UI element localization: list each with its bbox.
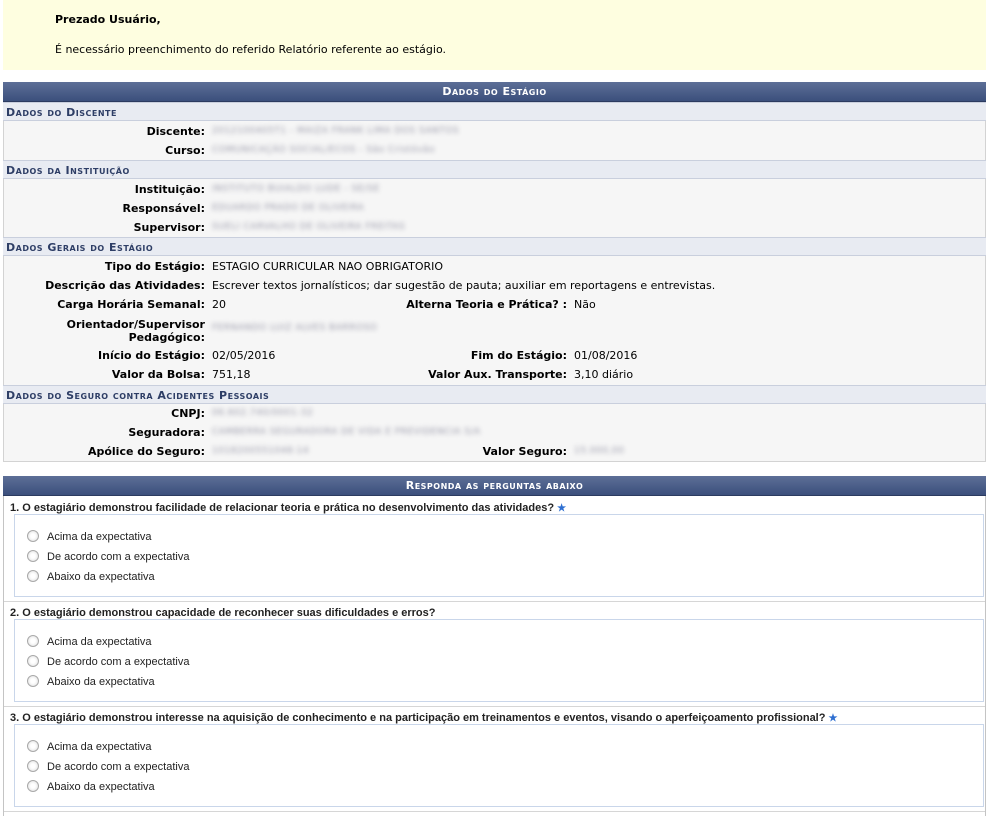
q1-option-abaixo-label: Abaixo da expectativa — [47, 571, 155, 583]
seguradora-label: Seguradora: — [128, 426, 205, 439]
notice-message: É necessário preenchimento do referido R… — [55, 43, 446, 56]
q2-option-abaixo-label: Abaixo da expectativa — [47, 676, 155, 688]
descricao-label: Descrição das Atividades: — [45, 279, 205, 292]
tipo-estagio-label: Tipo do Estágio: — [104, 260, 205, 273]
fim-value: 01/08/2016 — [574, 349, 638, 362]
cnpj-value: 06.602.740/0001-32 — [212, 408, 314, 418]
apolice-value: 1018200551048-14 — [212, 446, 310, 456]
question-2-text: 2. O estagiário demonstrou capacidade de… — [10, 607, 436, 619]
question-1: 1. O estagiário demonstrou facilidade de… — [10, 502, 566, 514]
q3-option-de-acordo-label: De acordo com a expectativa — [47, 761, 190, 773]
radio-button[interactable] — [27, 780, 39, 793]
question-1-text: 1. O estagiário demonstrou facilidade de… — [10, 502, 555, 514]
q3-option-acima[interactable]: Acima da expectativa — [27, 738, 152, 756]
radio-button[interactable] — [27, 760, 39, 773]
q3-option-de-acordo[interactable]: De acordo com a expectativa — [27, 758, 189, 776]
carga-horaria-value: 20 — [212, 298, 226, 311]
instituicao-value: INSTITUTO BUIALDO LUDE - SE/SE — [212, 184, 380, 194]
discente-value: 2012100405T1 - MAIZA FRANK LIMA DOS SANT… — [212, 126, 460, 136]
radio-button[interactable] — [27, 655, 39, 668]
q3-option-acima-label: Acima da expectativa — [47, 741, 152, 753]
descricao-value: Escrever textos jornalísticos; dar suges… — [212, 279, 716, 292]
q3-option-abaixo[interactable]: Abaixo da expectativa — [27, 778, 155, 796]
perguntas-panel: 1. O estagiário demonstrou facilidade de… — [3, 496, 986, 816]
bolsa-value: 751,18 — [212, 368, 251, 381]
discente-label: Discente: — [146, 125, 205, 138]
question-divider — [4, 706, 985, 707]
radio-button[interactable] — [27, 675, 39, 688]
question-3-text: 3. O estagiário demonstrou interesse na … — [10, 712, 826, 724]
required-star-icon: ★ — [828, 713, 838, 724]
perguntas-title: Responda as perguntas abaixo — [3, 476, 986, 496]
question-3-options: Acima da expectativa De acordo com a exp… — [14, 724, 984, 807]
question-1-options: Acima da expectativa De acordo com a exp… — [14, 514, 984, 597]
notice-box: Prezado Usuário, É necessário preenchime… — [3, 0, 986, 70]
orientador-label-line1: Orientador/Supervisor — [66, 318, 205, 331]
q2-option-abaixo[interactable]: Abaixo da expectativa — [27, 673, 155, 691]
tipo-estagio-value: ESTAGIO CURRICULAR NAO OBRIGATORIO — [212, 260, 444, 273]
q2-option-acima[interactable]: Acima da expectativa — [27, 633, 152, 651]
supervisor-label: Supervisor: — [133, 221, 205, 234]
radio-button[interactable] — [27, 550, 39, 563]
q1-option-abaixo[interactable]: Abaixo da expectativa — [27, 568, 155, 586]
apolice-label: Apólice do Seguro: — [87, 445, 205, 458]
valor-seguro-label: Valor Seguro: — [482, 445, 567, 458]
inicio-value: 02/05/2016 — [212, 349, 276, 362]
question-2-options: Acima da expectativa De acordo com a exp… — [14, 619, 984, 702]
curso-label: Curso: — [165, 144, 205, 157]
transporte-label: Valor Aux. Transporte: — [428, 368, 567, 381]
bolsa-label: Valor da Bolsa: — [111, 368, 205, 381]
alterna-label: Alterna Teoria e Prática? : — [406, 298, 567, 311]
radio-button[interactable] — [27, 570, 39, 583]
carga-horaria-label: Carga Horária Semanal: — [57, 298, 205, 311]
section-dados-discente: Dados do Discente — [3, 102, 986, 121]
alterna-value: Não — [574, 298, 596, 311]
valor-seguro-value: 15.000,00 — [574, 446, 625, 456]
question-divider — [4, 601, 985, 602]
instituicao-label: Instituição: — [134, 183, 205, 196]
q2-option-de-acordo-label: De acordo com a expectativa — [47, 656, 190, 668]
q1-option-acima[interactable]: Acima da expectativa — [27, 528, 152, 546]
section-dados-instituicao: Dados da Instituição — [3, 160, 986, 179]
radio-button[interactable] — [27, 740, 39, 753]
cnpj-label: CNPJ: — [171, 407, 205, 420]
question-3: 3. O estagiário demonstrou interesse na … — [10, 712, 837, 724]
orientador-label-line2: Pedagógico: — [128, 331, 205, 344]
notice-greeting: Prezado Usuário, — [55, 13, 161, 26]
required-star-icon: ★ — [557, 503, 567, 514]
q2-option-de-acordo[interactable]: De acordo com a expectativa — [27, 653, 189, 671]
q2-option-acima-label: Acima da expectativa — [47, 636, 152, 648]
question-2: 2. O estagiário demonstrou capacidade de… — [10, 607, 435, 619]
inicio-label: Início do Estágio: — [98, 349, 205, 362]
question-divider — [4, 811, 985, 812]
q1-option-de-acordo[interactable]: De acordo com a expectativa — [27, 548, 189, 566]
radio-button[interactable] — [27, 635, 39, 648]
transporte-value: 3,10 diário — [574, 368, 634, 381]
radio-button[interactable] — [27, 530, 39, 543]
q3-option-abaixo-label: Abaixo da expectativa — [47, 781, 155, 793]
dados-estagio-title: Dados do Estágio — [3, 82, 986, 102]
section-dados-seguro: Dados do Seguro contra Acidentes Pessoai… — [3, 385, 986, 404]
curso-value: COMUNICAÇÃO SOCIAL/ECOS - São Cristóvão — [212, 145, 435, 155]
orientador-label: Orientador/Supervisor Pedagógico: — [0, 318, 205, 344]
q1-option-acima-label: Acima da expectativa — [47, 531, 152, 543]
fim-label: Fim do Estágio: — [470, 349, 567, 362]
section-dados-gerais: Dados Gerais do Estágio — [3, 237, 986, 256]
supervisor-value: SUELI CARVALHO DE OLIVEIRA FREITAS — [212, 222, 406, 232]
responsavel-value: EDUARDO PRADO DE OLIVEIRA — [212, 203, 365, 213]
orientador-value: FERNANDO LUIZ ALVES BARROSO — [212, 323, 378, 333]
seguradora-value: CAMBERRA SEGURADORA DE VIDA E PREVIDENCI… — [212, 427, 481, 437]
q1-option-de-acordo-label: De acordo com a expectativa — [47, 551, 190, 563]
responsavel-label: Responsável: — [122, 202, 205, 215]
